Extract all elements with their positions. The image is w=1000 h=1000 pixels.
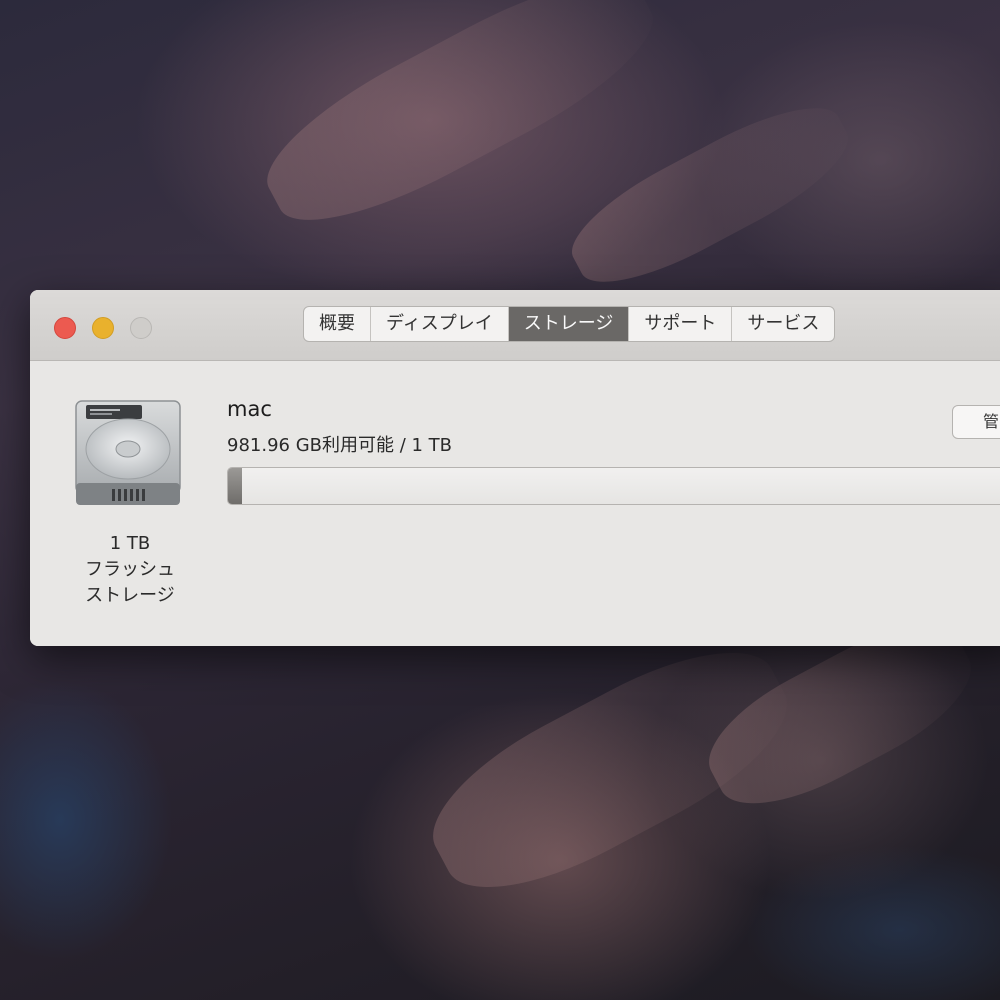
close-button[interactable] [54, 317, 76, 339]
tab-overview[interactable]: 概要 [304, 307, 371, 341]
volume-usage-text: 981.96 GB利用可能 / 1 TB [227, 435, 453, 456]
hard-disk-icon [75, 400, 181, 505]
tab-display[interactable]: ディスプレイ [371, 307, 509, 341]
tab-service[interactable]: サービス [732, 307, 834, 341]
zoom-button [130, 317, 152, 339]
volume-name: mac [227, 397, 272, 421]
window-titlebar[interactable]: 概要 ディスプレイ ストレージ サポート サービス [30, 290, 1000, 361]
wallpaper-ridge [556, 84, 864, 306]
disk-type-label: ストレージ [85, 585, 175, 606]
disk-type-label: フラッシュ [85, 559, 175, 580]
storage-usage-bar [227, 467, 1000, 505]
storage-used-segment [228, 468, 243, 504]
about-this-mac-window: 概要 ディスプレイ ストレージ サポート サービス 1 TB フラッシュ ストレ… [30, 290, 1000, 646]
tab-storage[interactable]: ストレージ [508, 307, 630, 341]
disk-capacity-label: 1 TB [109, 533, 151, 554]
minimize-button[interactable] [92, 317, 114, 339]
tab-bar: 概要 ディスプレイ ストレージ サポート サービス [303, 306, 836, 342]
tab-support[interactable]: サポート [629, 307, 733, 341]
storage-pane: 1 TB フラッシュ ストレージ mac 981.96 GB利用可能 / 1 T… [30, 361, 1000, 646]
manage-button[interactable]: 管 [952, 405, 1000, 439]
disk-caption: 1 TB フラッシュ ストレージ [70, 531, 190, 609]
